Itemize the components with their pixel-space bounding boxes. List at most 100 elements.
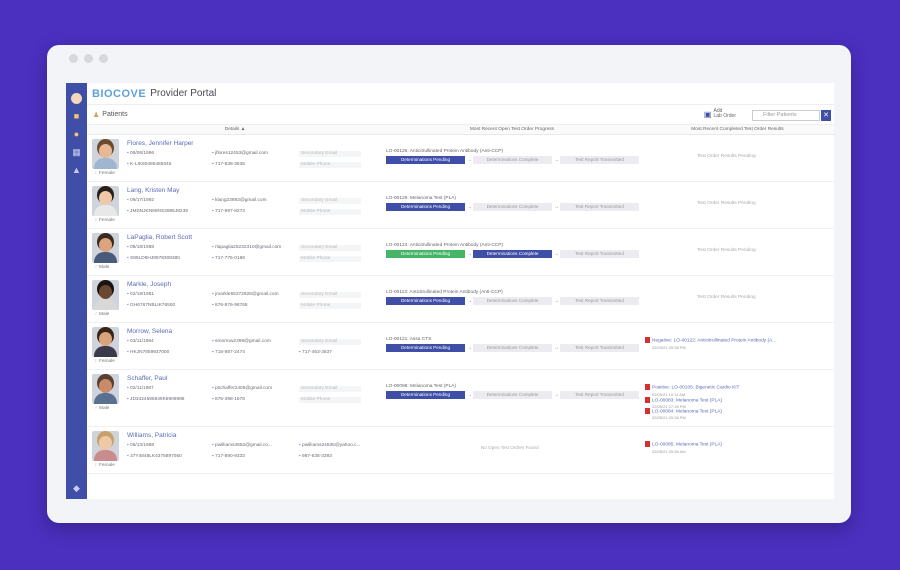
cube-logo-icon[interactable]: ◆: [71, 483, 82, 494]
window-dot[interactable]: [84, 54, 93, 63]
determinations-complete-step[interactable]: Determinations Complete: [473, 297, 552, 305]
patient-photo: [92, 431, 119, 461]
toolbar: ♟ Patients ▣ Add Lab Order Filter Patien…: [87, 105, 834, 125]
step-arrow: →: [467, 251, 472, 257]
determinations-pending-step[interactable]: Determinations Pending: [386, 203, 465, 211]
person-icon[interactable]: ●: [71, 129, 82, 140]
determinations-pending-step[interactable]: Determinations Pending: [386, 156, 465, 164]
patient-phone[interactable]: 717-775-0188: [212, 256, 245, 261]
result-text: LO-00085: Melanoma Test (PLA): [652, 442, 723, 448]
result-link[interactable]: LO-00083: Melanoma Test (PLA): [645, 397, 722, 403]
patient-id: JD3424585849K8909898: [127, 397, 184, 402]
patient-email[interactable]: jmarkle55372828@gmail.com: [212, 292, 279, 297]
patient-email[interactable]: jflores12453@gmail.com: [212, 151, 268, 156]
patient-email[interactable]: klang23893@gmail.com: [212, 198, 267, 203]
patient-email[interactable]: rlapaglia25232310@gmail.com: [212, 245, 281, 250]
patient-name[interactable]: Flores, Jennifer Harper: [127, 140, 193, 147]
determinations-complete-step[interactable]: Determinations Complete: [473, 203, 552, 211]
patient-name[interactable]: Lang, Kristen May: [127, 187, 179, 194]
table-row[interactable]: ♀ Female Lang, Kristen May 09/17/1992 JMSNJ…: [87, 182, 834, 229]
patient-name[interactable]: Morrow, Selena: [127, 328, 172, 335]
test-order-name[interactable]: LO-00129: Melanoma Test (PLA): [386, 196, 456, 201]
patient-id: JMSNJKN89NS3985J8239: [127, 209, 188, 214]
gender-text: Female: [98, 463, 115, 468]
mobile-phone-placeholder: Mobile Phone: [299, 303, 361, 309]
determinations-pending-step[interactable]: Determinations Pending: [386, 250, 465, 258]
results-pending: Test Order Results Pending: [697, 154, 756, 159]
photo-head: [99, 238, 112, 252]
table-row[interactable]: ♀ Female Morrow, Selena 03/11/1984 HKJN7859…: [87, 323, 834, 370]
secondary-email[interactable]: pwilliams24535@yahoo.c...: [299, 443, 360, 448]
header: BIOCOVE Provider Portal: [87, 83, 834, 105]
user-avatar-icon[interactable]: [71, 93, 82, 104]
result-link[interactable]: LO-00084: Melanoma Test (PLA): [645, 408, 722, 414]
patient-name[interactable]: Markle, Joseph: [127, 281, 171, 288]
report-transmitted-step[interactable]: Test Report Transmitted: [560, 156, 639, 164]
determinations-complete-step[interactable]: Determinations Complete: [473, 250, 552, 258]
results-pending: Test Order Results Pending: [697, 295, 756, 300]
photo-head: [99, 285, 112, 299]
table-row[interactable]: ♀ Female Williams, Patricia 06/13/1988 37Y4…: [87, 427, 834, 474]
step-arrow: →: [467, 345, 472, 351]
table-row[interactable]: ♂ Male LaPaglia, Robert Scott 08/18/1988 S8…: [87, 229, 834, 276]
patient-phone[interactable]: 876-876-98765: [212, 303, 248, 308]
patients-icon: ♟: [93, 111, 100, 119]
add-lab-order-button[interactable]: ▣ Add Lab Order: [704, 109, 736, 119]
result-link[interactable]: LO-00085: Melanoma Test (PLA): [645, 441, 722, 447]
report-transmitted-step[interactable]: Test Report Transmitted: [560, 250, 639, 258]
report-transmitted-step[interactable]: Test Report Transmitted: [560, 297, 639, 305]
mobile-phone[interactable]: 987-635-3393: [299, 454, 332, 459]
window-dot[interactable]: [99, 54, 108, 63]
patient-email[interactable]: pschaffer2405@gmail.com: [212, 386, 272, 391]
table-row[interactable]: ♂ Male Markle, Joseph 02/19/1981 GH6767NBLI…: [87, 276, 834, 323]
window-dot[interactable]: [69, 54, 78, 63]
flask-icon[interactable]: ▲: [71, 165, 82, 176]
test-order-name[interactable]: LO-00124: Anticitrullinated Protein Anti…: [386, 243, 503, 248]
determinations-pending-step[interactable]: Determinations Pending: [386, 391, 465, 399]
main-panel: BIOCOVE Provider Portal ♟ Patients ▣ Add…: [87, 83, 834, 499]
determinations-complete-step[interactable]: Determinations Complete: [473, 344, 552, 352]
gender-text: Female: [98, 359, 115, 364]
patient-phone[interactable]: 715-987-2474: [212, 350, 245, 355]
table-row[interactable]: ♂ Male Schaffer, Paul 02/11/1987 JD34245858…: [87, 370, 834, 427]
clear-filter-button[interactable]: ✕: [821, 110, 831, 121]
report-transmitted-step[interactable]: Test Report Transmitted: [560, 203, 639, 211]
browser-window: ■ ● ▦ ▲ ◆ BIOCOVE Provider Portal ♟ Pati…: [47, 45, 851, 523]
patient-dob: 02/11/1987: [127, 386, 154, 391]
result-date: 02/03/21 09:38 PM: [652, 345, 686, 350]
determinations-pending-step[interactable]: Determinations Pending: [386, 344, 465, 352]
report-transmitted-step[interactable]: Test Report Transmitted: [560, 344, 639, 352]
patient-phone[interactable]: 717-987-8273: [212, 209, 245, 214]
result-link[interactable]: Positive: LO-00105: Bigenetic Cardio KIT: [645, 384, 739, 390]
patient-phone[interactable]: 717-838-3838: [212, 162, 245, 167]
grid-icon[interactable]: ▦: [71, 147, 82, 158]
table-row[interactable]: ♀ Female Flores, Jennifer Harper 05/06/199…: [87, 135, 834, 182]
result-link[interactable]: Negative: LO-00122: Anticitrullinated Pr…: [645, 337, 776, 343]
report-transmitted-step[interactable]: Test Report Transmitted: [560, 391, 639, 399]
filter-input[interactable]: Filter Patients: [752, 110, 820, 121]
patient-name[interactable]: Williams, Patricia: [127, 432, 176, 439]
patient-phone[interactable]: 876-398-1678: [212, 397, 245, 402]
patient-name[interactable]: LaPaglia, Robert Scott: [127, 234, 192, 241]
test-order-name[interactable]: LO-00121: Assa CTS: [386, 337, 431, 342]
patient-email[interactable]: smorrow2398@gmail.com: [212, 339, 271, 344]
determinations-complete-step[interactable]: Determinations Complete: [473, 156, 552, 164]
breadcrumb[interactable]: Patients: [102, 111, 127, 118]
patient-name[interactable]: Schaffer, Paul: [127, 375, 167, 382]
photo-body: [94, 299, 117, 310]
test-order-name[interactable]: LO-00098: Melanoma Test (PLA): [386, 384, 456, 389]
brand-logo: BIOCOVE: [92, 87, 147, 100]
step-arrow: →: [554, 204, 559, 210]
mobile-phone[interactable]: 717-463-3837: [299, 350, 332, 355]
test-order-name[interactable]: LO-00113: Anticitrullinated Protein Anti…: [386, 290, 503, 295]
patient-email[interactable]: pwilliams4852@gmail.co...: [212, 443, 272, 448]
patient-photo: [92, 374, 119, 404]
photo-body: [94, 393, 117, 404]
folder-icon[interactable]: ■: [71, 111, 82, 122]
test-order-name[interactable]: LO-00126: Anticitrullinated Protein Anti…: [386, 149, 503, 154]
page-title: Provider Portal: [150, 88, 217, 99]
determinations-pending-step[interactable]: Determinations Pending: [386, 297, 465, 305]
column-details[interactable]: Details ▲: [87, 125, 383, 134]
determinations-complete-step[interactable]: Determinations Complete: [473, 391, 552, 399]
patient-phone[interactable]: 717-890-9333: [212, 454, 245, 459]
